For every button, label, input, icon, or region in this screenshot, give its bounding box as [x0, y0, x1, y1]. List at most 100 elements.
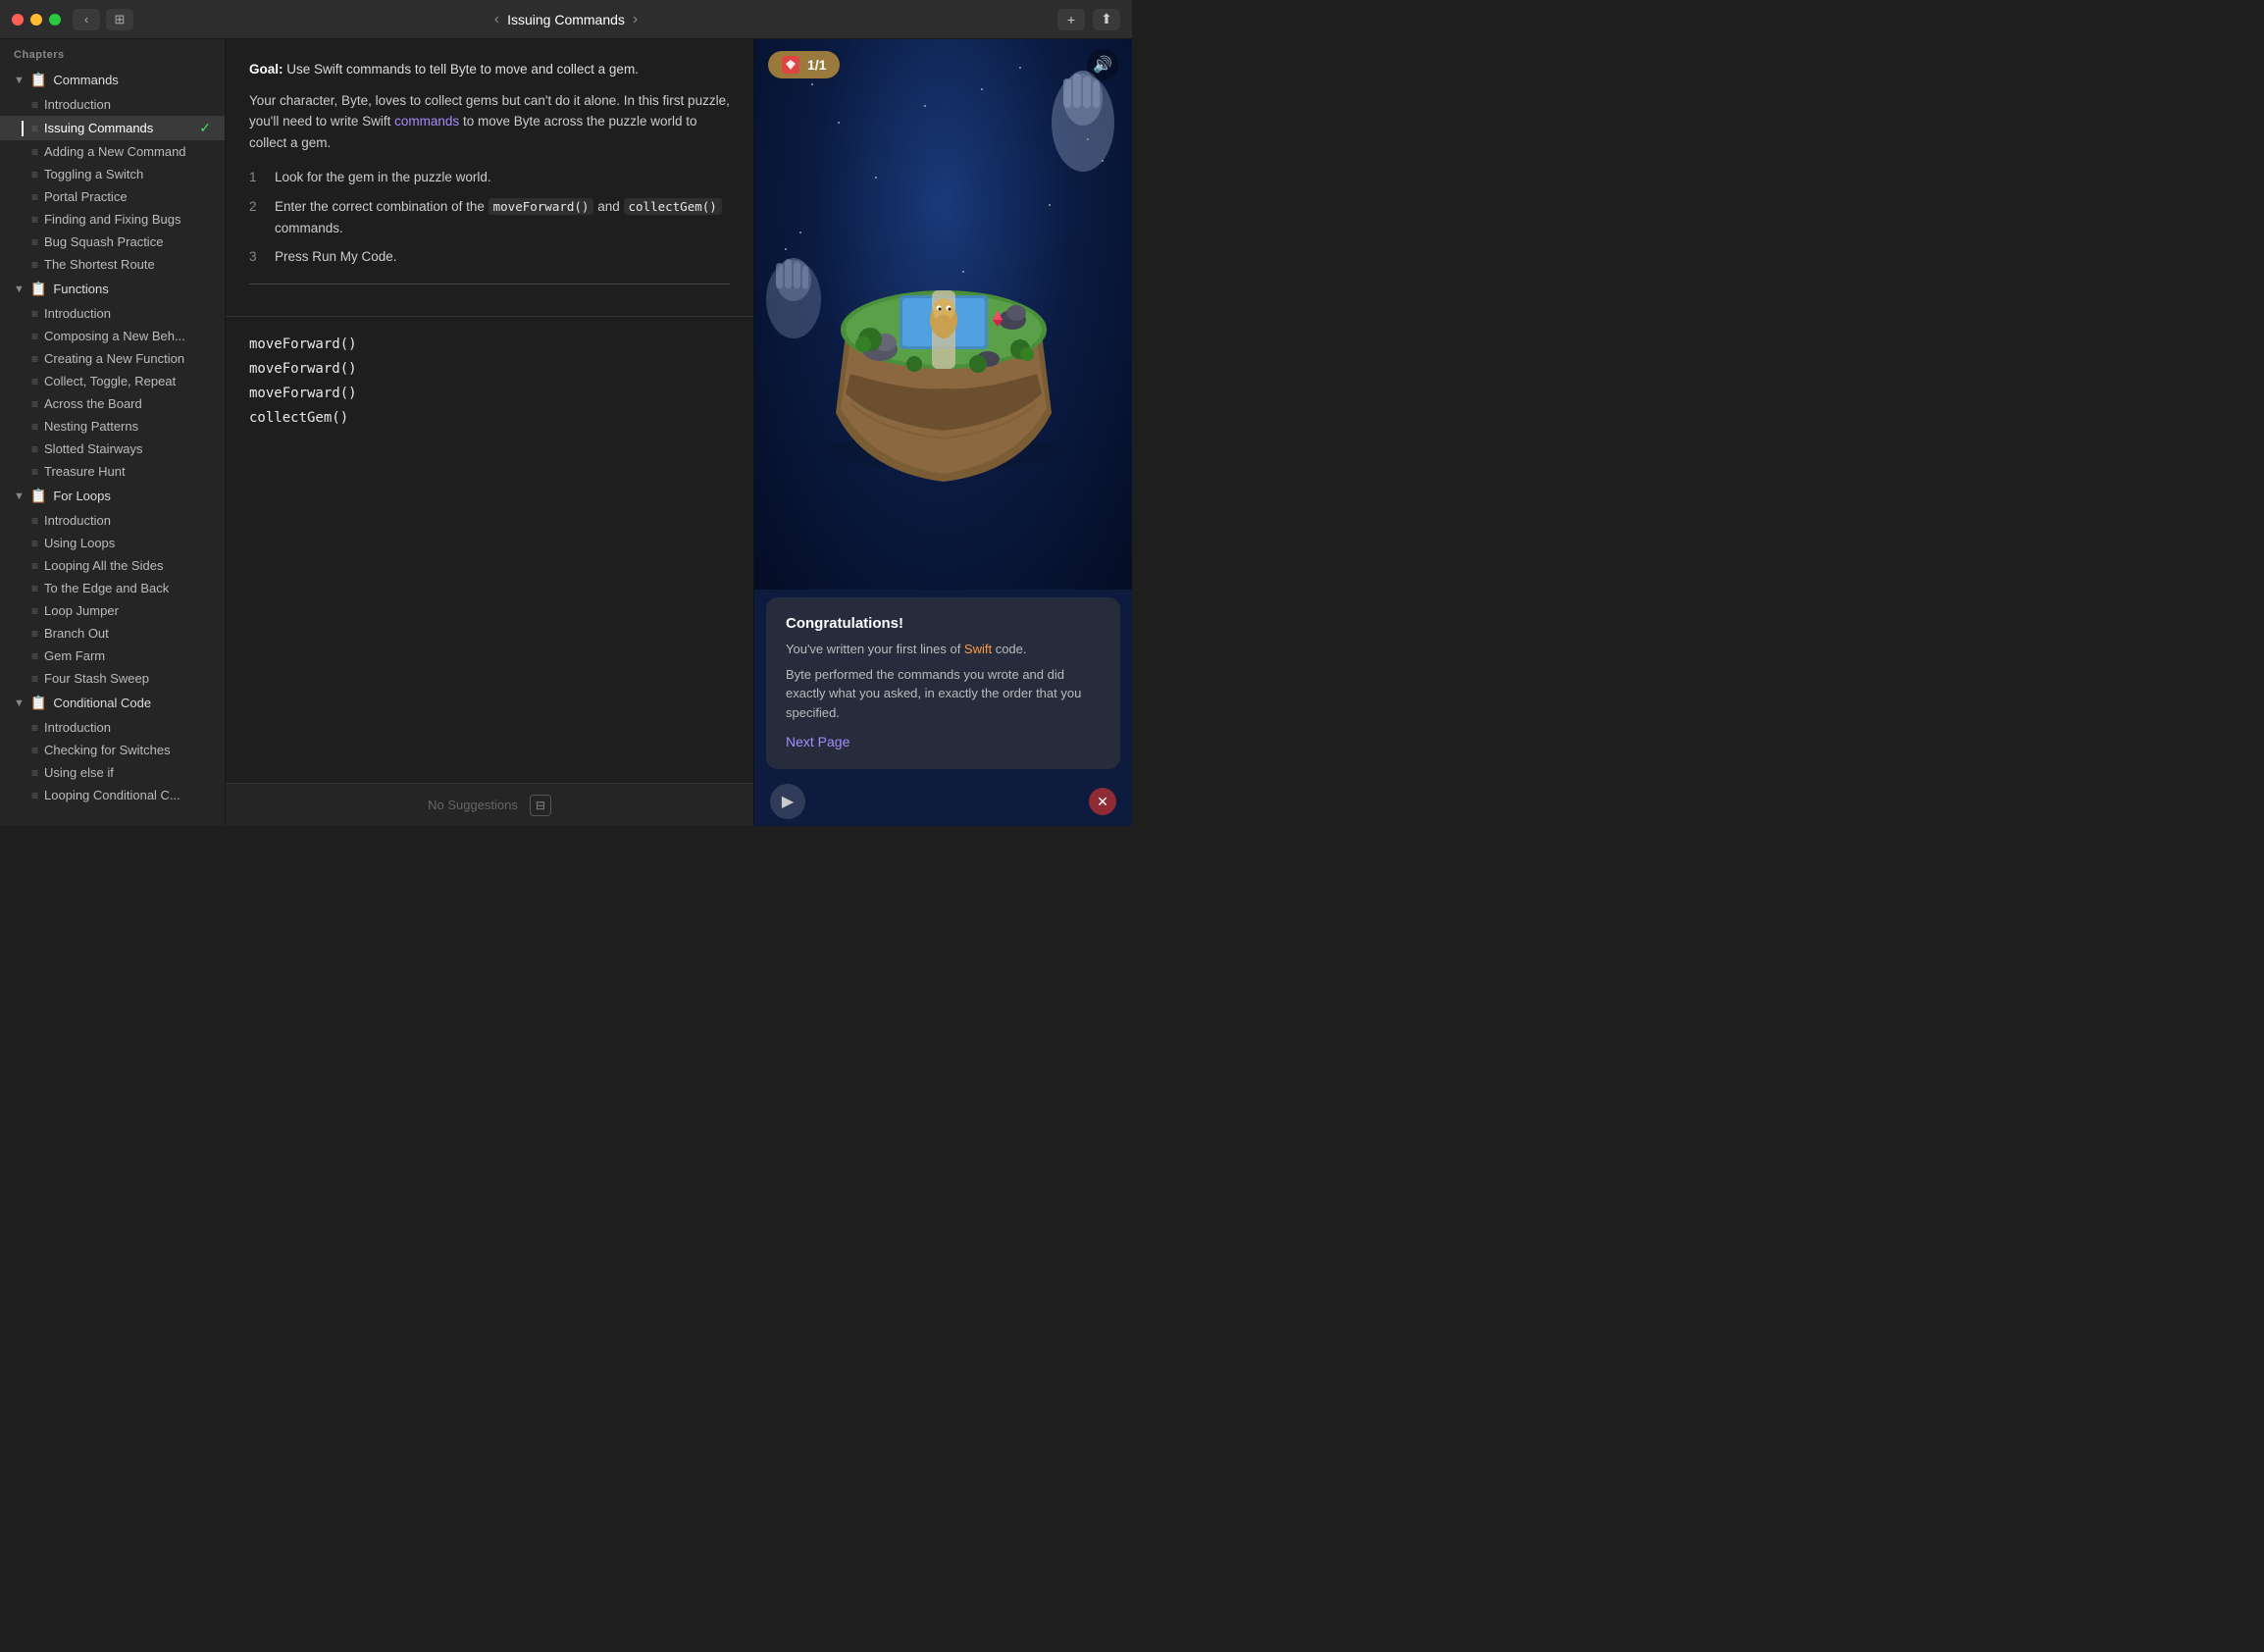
suggestions-icon-symbol: ⊟ [536, 799, 545, 812]
commands-group-header[interactable]: ▼ 📋 Commands [0, 67, 225, 93]
game-panel: 1/1 🔊 [754, 39, 1132, 826]
sidebar-item-gem-farm[interactable]: ≡ Gem Farm [0, 645, 225, 667]
for-loops-group-label: For Loops [53, 489, 111, 503]
share-button[interactable]: ⬆ [1093, 9, 1120, 30]
for-loops-items: ≡ Introduction ≡ Using Loops ≡ Looping A… [0, 509, 225, 690]
game-world [754, 39, 1132, 590]
sidebar-item-using-loops[interactable]: ≡ Using Loops [0, 532, 225, 554]
next-page-link[interactable]: Next Page [786, 734, 849, 749]
bottom-bar: ▶ ✕ [754, 777, 1132, 826]
sidebar-item-intro-func[interactable]: ≡ Introduction [0, 302, 225, 325]
conditional-group-header[interactable]: ▼ 📋 Conditional Code [0, 690, 225, 716]
sidebar-item-intro-cond[interactable]: ≡ Introduction [0, 716, 225, 739]
sound-button[interactable]: 🔊 [1087, 49, 1118, 80]
sidebar-item-issuing-commands[interactable]: ≡ Issuing Commands ✓ [0, 116, 225, 140]
chapter-doc-icon: 📋 [30, 695, 47, 711]
list-icon: ≡ [31, 766, 38, 780]
for-loops-group-header[interactable]: ▼ 📋 For Loops [0, 483, 225, 509]
code-editor[interactable]: moveForward() moveForward() moveForward(… [226, 317, 753, 783]
gem-count: 1/1 [807, 57, 826, 73]
sidebar-item-portal[interactable]: ≡ Portal Practice [0, 185, 225, 208]
commands-group: ▼ 📋 Commands ≡ Introduction ≡ Issuing Co… [0, 67, 225, 276]
add-button[interactable]: + [1057, 9, 1085, 30]
gem-icon [782, 56, 799, 74]
list-icon: ≡ [31, 514, 38, 528]
suggestions-toggle-button[interactable]: ⊟ [530, 795, 551, 816]
description-paragraph: Your character, Byte, loves to collect g… [249, 90, 730, 154]
sidebar-item-toggling[interactable]: ≡ Toggling a Switch [0, 163, 225, 185]
gem-counter: 1/1 [768, 51, 840, 78]
chapter-doc-icon: 📋 [30, 488, 47, 504]
layout-toggle-button[interactable]: ⊞ [106, 9, 133, 30]
maximize-button[interactable] [49, 14, 61, 26]
list-icon: ≡ [31, 330, 38, 343]
traffic-lights [12, 14, 61, 26]
functions-group-header[interactable]: ▼ 📋 Functions [0, 276, 225, 302]
list-icon: ≡ [31, 537, 38, 550]
chevron-down-icon: ▼ [14, 697, 25, 709]
congrats-body1-pre: You've written your first lines of [786, 642, 964, 656]
sidebar-item-checking-switches[interactable]: ≡ Checking for Switches [0, 739, 225, 761]
check-icon: ✓ [199, 120, 211, 136]
list-icon: ≡ [31, 442, 38, 456]
sidebar-item-across-board[interactable]: ≡ Across the Board [0, 392, 225, 415]
list-icon: ≡ [31, 721, 38, 735]
sidebar-item-nesting[interactable]: ≡ Nesting Patterns [0, 415, 225, 438]
island-3d [787, 138, 1101, 491]
suggestions-text: No Suggestions [428, 798, 518, 812]
sidebar-item-composing[interactable]: ≡ Composing a New Beh... [0, 325, 225, 347]
list-icon: ≡ [31, 649, 38, 663]
play-icon: ▶ [782, 792, 794, 811]
close-icon: ✕ [1097, 794, 1108, 810]
step-2: 2 Enter the correct combination of the m… [249, 196, 730, 238]
editor-game-row: Goal: Use Swift commands to tell Byte to… [226, 39, 1132, 826]
conditional-items: ≡ Introduction ≡ Checking for Switches ≡… [0, 716, 225, 806]
sidebar-item-edge-back[interactable]: ≡ To the Edge and Back [0, 577, 225, 599]
conditional-group-label: Conditional Code [53, 696, 151, 710]
sidebar-item-four-stash[interactable]: ≡ Four Stash Sweep [0, 667, 225, 690]
close-button[interactable] [12, 14, 24, 26]
steps-list: 1 Look for the gem in the puzzle world. … [249, 167, 730, 267]
sidebar-item-adding-command[interactable]: ≡ Adding a New Command [0, 140, 225, 163]
congrats-body1: You've written your first lines of Swift… [786, 640, 1101, 659]
list-icon: ≡ [31, 744, 38, 757]
sidebar-item-branch-out[interactable]: ≡ Branch Out [0, 622, 225, 645]
list-icon: ≡ [31, 307, 38, 321]
goal-text: Use Swift commands to tell Byte to move … [286, 62, 639, 77]
congrats-body2: Byte performed the commands you wrote an… [786, 665, 1101, 723]
sidebar-item-creating-function[interactable]: ≡ Creating a New Function [0, 347, 225, 370]
sidebar-item-treasure[interactable]: ≡ Treasure Hunt [0, 460, 225, 483]
sidebar-item-shortest-route[interactable]: ≡ The Shortest Route [0, 253, 225, 276]
sidebar-item-collect-toggle[interactable]: ≡ Collect, Toggle, Repeat [0, 370, 225, 392]
list-icon: ≡ [31, 627, 38, 641]
titlebar: ‹ ⊞ ‹ Issuing Commands › + ⬆ [0, 0, 1132, 39]
goal-label: Goal: [249, 62, 283, 77]
for-loops-group: ▼ 📋 For Loops ≡ Introduction ≡ Using Loo… [0, 483, 225, 690]
step-num-2: 2 [249, 196, 265, 238]
sidebar-item-looping-cond[interactable]: ≡ Looping Conditional C... [0, 784, 225, 806]
close-congrats-button[interactable]: ✕ [1089, 788, 1116, 815]
chapter-title: Issuing Commands [507, 12, 625, 27]
sidebar-item-introduction-cmd[interactable]: ≡ Introduction [0, 93, 225, 116]
game-header: 1/1 🔊 [754, 39, 1132, 90]
sidebar-item-slotted[interactable]: ≡ Slotted Stairways [0, 438, 225, 460]
back-nav-button[interactable]: ‹ [73, 9, 100, 30]
code-line-3: moveForward() [249, 382, 730, 406]
sidebar-item-else-if[interactable]: ≡ Using else if [0, 761, 225, 784]
prev-chapter-arrow[interactable]: ‹ [494, 11, 499, 28]
step-text-1: Look for the gem in the puzzle world. [275, 167, 491, 188]
sidebar-item-intro-loops[interactable]: ≡ Introduction [0, 509, 225, 532]
list-icon: ≡ [31, 190, 38, 204]
minimize-button[interactable] [30, 14, 42, 26]
next-chapter-arrow[interactable]: › [633, 11, 638, 28]
main-layout: Chapters ▼ 📋 Commands ≡ Introduction ≡ I… [0, 39, 1132, 826]
sound-icon: 🔊 [1093, 55, 1112, 75]
sidebar-item-looping-sides[interactable]: ≡ Looping All the Sides [0, 554, 225, 577]
sidebar-item-loop-jumper[interactable]: ≡ Loop Jumper [0, 599, 225, 622]
play-button[interactable]: ▶ [770, 784, 805, 819]
sidebar-item-bug-squash[interactable]: ≡ Bug Squash Practice [0, 231, 225, 253]
chevron-down-icon: ▼ [14, 284, 25, 295]
sidebar-item-finding-bugs[interactable]: ≡ Finding and Fixing Bugs [0, 208, 225, 231]
commands-link[interactable]: commands [394, 114, 459, 129]
list-icon: ≡ [31, 582, 38, 595]
